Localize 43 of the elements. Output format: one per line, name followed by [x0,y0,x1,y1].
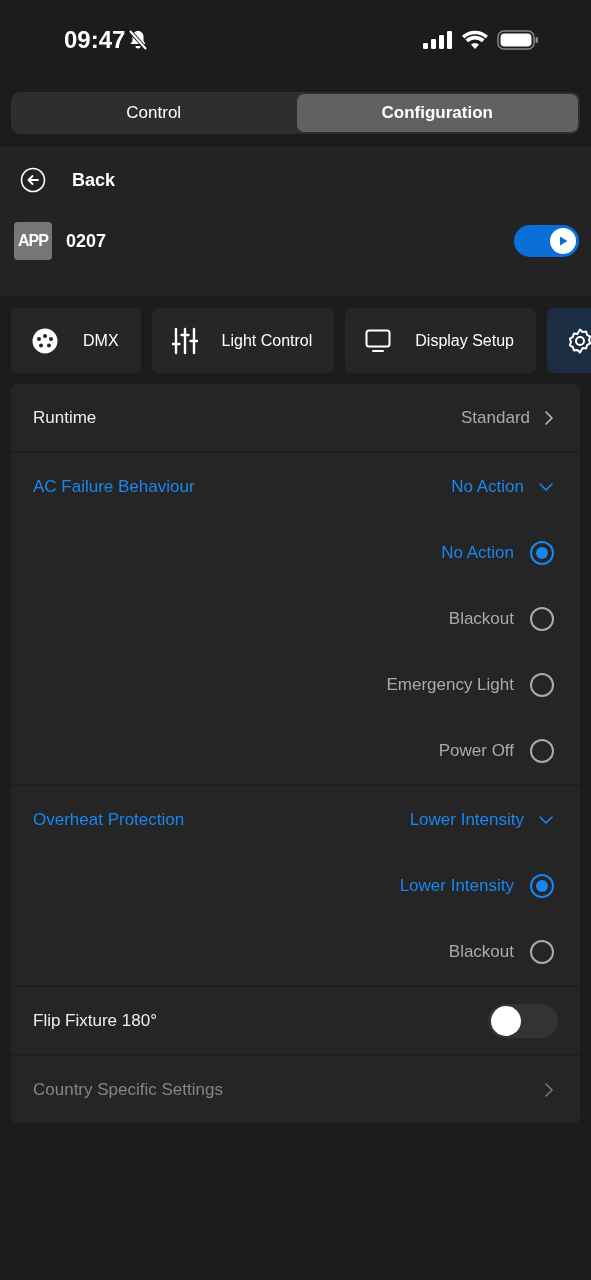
back-link[interactable]: Back [72,169,116,191]
option-label[interactable]: Emergency Light [386,675,514,695]
back-icon[interactable] [20,167,46,193]
connector-icon [31,326,59,355]
chevron-icon[interactable] [538,814,554,825]
option-label[interactable]: Power Off [438,741,514,761]
device-name: 0207 [66,230,108,252]
device-badge: APP [14,222,52,260]
setting-value[interactable]: Lower Intensity [409,809,524,830]
setting-label: Flip Fixture 180° [33,1010,157,1031]
toggle-switch[interactable] [488,1003,558,1038]
option-label[interactable]: Blackout [448,942,514,962]
category-tab[interactable]: Light Control [151,308,335,373]
setting-label: Country Specific Settings [33,1079,223,1100]
chevron-icon[interactable] [538,481,554,492]
option-label[interactable]: Blackout [448,609,514,629]
setting-label: AC Failure Behaviour [33,476,195,497]
radio-button[interactable] [530,541,554,565]
mode-tab[interactable]: Configuration [296,94,578,132]
chevron-right-icon[interactable] [544,1081,554,1098]
mode-tab[interactable]: Control [13,94,295,132]
setting-value[interactable]: No Action [451,476,524,497]
chevron-right-icon[interactable] [544,409,554,426]
category-tab[interactable]: Display Setup [345,308,536,373]
monitor-icon [365,328,392,353]
radio-button[interactable] [530,739,554,763]
setting-value[interactable]: Standard [461,407,530,428]
radio-button[interactable] [530,874,554,898]
option-label[interactable]: Lower Intensity [399,876,514,896]
radio-button[interactable] [530,940,554,964]
category-tab[interactable]: DMX [11,308,141,373]
radio-button[interactable] [530,607,554,631]
setting-label: Overheat Protection [33,809,185,830]
settings-icon [567,327,591,354]
sliders-icon [171,326,198,355]
signal-icon [423,30,453,50]
radio-button[interactable] [530,673,554,697]
option-label[interactable]: No Action [441,543,514,563]
device-switch[interactable] [514,225,579,257]
wifi-icon [462,30,488,50]
setting-label: Runtime [33,407,97,428]
battery-icon [497,29,539,51]
status-time: 09:47 [64,26,126,54]
